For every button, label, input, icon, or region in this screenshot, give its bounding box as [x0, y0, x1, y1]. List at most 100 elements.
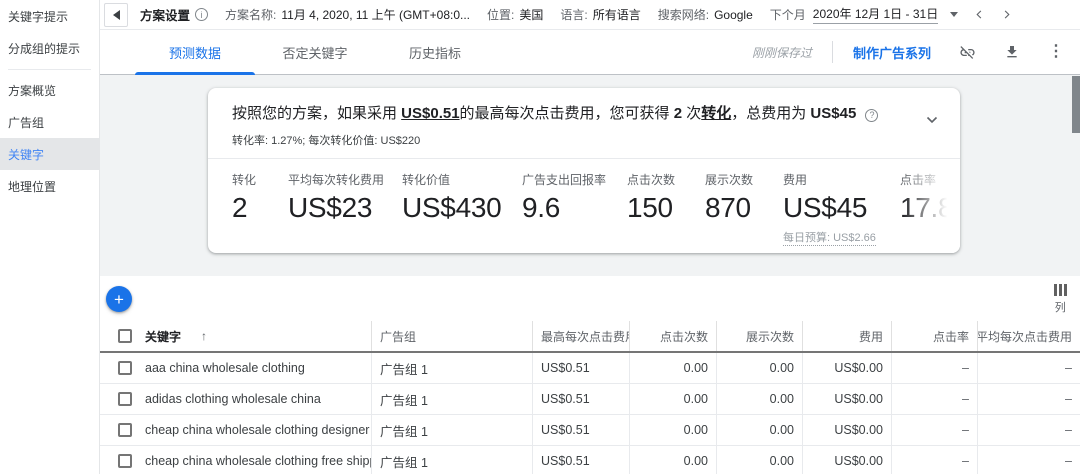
keyword-text: adidas clothing wholesale china	[145, 392, 321, 406]
sort-ascending-icon[interactable]: ↑	[201, 329, 207, 343]
table-row: adidas clothing wholesale china 广告组 1 US…	[100, 384, 1080, 415]
cost-cell: US$0.00	[803, 446, 892, 474]
headline-max-cpc: US$0.51	[401, 105, 459, 122]
chevron-left-icon	[974, 9, 985, 20]
language-value[interactable]: 所有语言	[593, 6, 641, 23]
metric-conversion-value: 转化价值 US$430	[402, 171, 501, 224]
create-campaign-button[interactable]: 制作广告系列	[853, 43, 931, 62]
ctr-cell: –	[892, 384, 978, 414]
add-keyword-button[interactable]: +	[106, 286, 132, 312]
metric-avg-cost-per-conversion: 平均每次转化费用 US$23	[288, 171, 384, 224]
link-off-icon[interactable]	[959, 44, 976, 61]
row-checkbox[interactable]	[118, 423, 132, 437]
table-row: cheap china wholesale clothing designer …	[100, 415, 1080, 446]
ad-group-cell: 广告组 1	[372, 384, 533, 414]
select-all-checkbox[interactable]	[118, 329, 132, 343]
keyword-cell: cheap china wholesale clothing free ship…	[100, 446, 372, 474]
column-max-cpc[interactable]: 最高每次点击费用	[533, 321, 630, 351]
sidebar-item-keywords[interactable]: 关键字	[0, 138, 99, 170]
keyword-text: cheap china wholesale clothing free ship…	[145, 454, 372, 468]
plan-settings-bar: 方案设置 i 方案名称: 11月 4, 2020, 11 上午 (GMT+08:…	[100, 0, 1080, 30]
save-status: 刚刚保存过	[752, 44, 812, 61]
sidebar-item-ad-groups[interactable]: 广告组	[0, 106, 99, 138]
impressions-cell: 0.00	[717, 415, 803, 445]
plan-settings-label[interactable]: 方案设置	[140, 5, 190, 24]
plan-name-label: 方案名称:	[225, 6, 276, 23]
cost-cell: US$0.00	[803, 353, 892, 383]
content-area: 按照您的方案，如果采用 US$0.51的最高每次点击费用，您可获得 2 次转化，…	[100, 75, 1080, 474]
prev-period-button[interactable]	[974, 9, 985, 20]
columns-button[interactable]: 列	[1054, 284, 1068, 315]
impressions-cell: 0.00	[717, 353, 803, 383]
column-cost[interactable]: 费用	[803, 321, 892, 351]
more-options-icon[interactable]: ⋮	[1048, 44, 1064, 60]
location-value[interactable]: 美国	[519, 6, 543, 23]
clicks-cell: 0.00	[630, 446, 717, 474]
row-checkbox[interactable]	[118, 361, 132, 375]
next-period-button[interactable]	[1001, 9, 1012, 20]
sidebar-item-grouped-ideas[interactable]: 分成组的提示	[0, 32, 99, 64]
plan-name-value[interactable]: 11月 4, 2020, 11 上午 (GMT+08:0...	[281, 6, 470, 23]
headline-conversions-count: 2	[674, 105, 682, 122]
column-keyword[interactable]: 关键字	[145, 328, 181, 345]
max-cpc-cell[interactable]: US$0.51	[533, 446, 630, 474]
column-ctr[interactable]: 点击率	[892, 321, 978, 351]
location-label: 位置:	[487, 6, 514, 23]
back-button[interactable]	[104, 3, 128, 27]
tab-forecasts[interactable]: 预测数据	[135, 30, 255, 75]
keyword-cell: aaa china wholesale clothing	[100, 353, 372, 383]
sidebar-item-plan-overview[interactable]: 方案概览	[0, 74, 99, 106]
metric-cost: 费用 US$45 每日预算: US$2.66	[783, 171, 876, 245]
tab-historical-metrics[interactable]: 历史指标	[375, 30, 495, 75]
row-checkbox[interactable]	[118, 392, 132, 406]
column-clicks[interactable]: 点击次数	[630, 321, 717, 351]
keyword-text: cheap china wholesale clothing designer	[145, 423, 369, 437]
sidebar-divider	[8, 69, 91, 70]
sidebar-item-locations[interactable]: 地理位置	[0, 170, 99, 202]
cost-cell: US$0.00	[803, 415, 892, 445]
keyword-cell: adidas clothing wholesale china	[100, 384, 372, 414]
column-ad-group[interactable]: 广告组	[372, 321, 533, 351]
headline-conversions-term: 转化	[701, 105, 731, 122]
date-range-selector[interactable]: 2020年 12月 1日 - 31日	[813, 5, 938, 24]
daily-budget: 每日预算: US$2.66	[783, 229, 876, 245]
keywords-table-panel: + 列 关键字 ↑ 广告组 最高每次点击费用 点击次数	[100, 276, 1080, 474]
help-icon[interactable]: ?	[865, 109, 878, 122]
network-value[interactable]: Google	[714, 8, 753, 22]
impressions-cell: 0.00	[717, 446, 803, 474]
sidebar: 关键字提示 分成组的提示 方案概览 广告组 关键字 地理位置	[0, 0, 100, 474]
impressions-cell: 0.00	[717, 384, 803, 414]
table-header-row: 关键字 ↑ 广告组 最高每次点击费用 点击次数 展示次数 费用 点击率 平均每次…	[100, 321, 1080, 353]
max-cpc-cell[interactable]: US$0.51	[533, 353, 630, 383]
tab-action-bar: 预测数据 否定关键字 历史指标 刚刚保存过 制作广告系列 ⋮	[100, 30, 1080, 75]
date-caret-icon[interactable]	[950, 12, 958, 17]
row-checkbox[interactable]	[118, 454, 132, 468]
metric-clicks: 点击次数 150	[627, 171, 675, 224]
column-avg-cpc[interactable]: 平均每次点击费用	[978, 321, 1080, 351]
forecast-subline: 转化率: 1.27%; 每次转化价值: US$220	[208, 124, 960, 148]
keyword-planner-window: 关键字提示 分成组的提示 方案概览 广告组 关键字 地理位置 方案设置 i 方案…	[0, 0, 1080, 474]
max-cpc-cell[interactable]: US$0.51	[533, 415, 630, 445]
table-row: aaa china wholesale clothing 广告组 1 US$0.…	[100, 353, 1080, 384]
forecast-headline: 按照您的方案，如果采用 US$0.51的最高每次点击费用，您可获得 2 次转化，…	[208, 88, 960, 124]
clicks-cell: 0.00	[630, 353, 717, 383]
keyword-cell: cheap china wholesale clothing designer	[100, 415, 372, 445]
download-icon[interactable]	[1004, 44, 1020, 60]
max-cpc-cell[interactable]: US$0.51	[533, 384, 630, 414]
collapse-card-button[interactable]	[926, 111, 938, 129]
info-icon[interactable]: i	[195, 8, 208, 21]
action-buttons: 刚刚保存过 制作广告系列 ⋮	[752, 41, 1080, 63]
forecast-summary-card: 按照您的方案，如果采用 US$0.51的最高每次点击费用，您可获得 2 次转化，…	[208, 88, 960, 253]
forecast-metrics: 转化 2 平均每次转化费用 US$23 转化价值 US$430 广告支出回报率 …	[208, 159, 960, 253]
ad-group-cell: 广告组 1	[372, 353, 533, 383]
column-impressions[interactable]: 展示次数	[717, 321, 803, 351]
tab-negative-keywords[interactable]: 否定关键字	[255, 30, 375, 75]
metric-conversions: 转化 2	[232, 171, 256, 224]
clicks-cell: 0.00	[630, 415, 717, 445]
ctr-cell: –	[892, 446, 978, 474]
sidebar-item-keyword-ideas[interactable]: 关键字提示	[0, 0, 99, 32]
vertical-scrollbar[interactable]	[1072, 76, 1080, 133]
language-label: 语言:	[560, 6, 587, 23]
ctr-cell: –	[892, 353, 978, 383]
ad-group-cell: 广告组 1	[372, 446, 533, 474]
